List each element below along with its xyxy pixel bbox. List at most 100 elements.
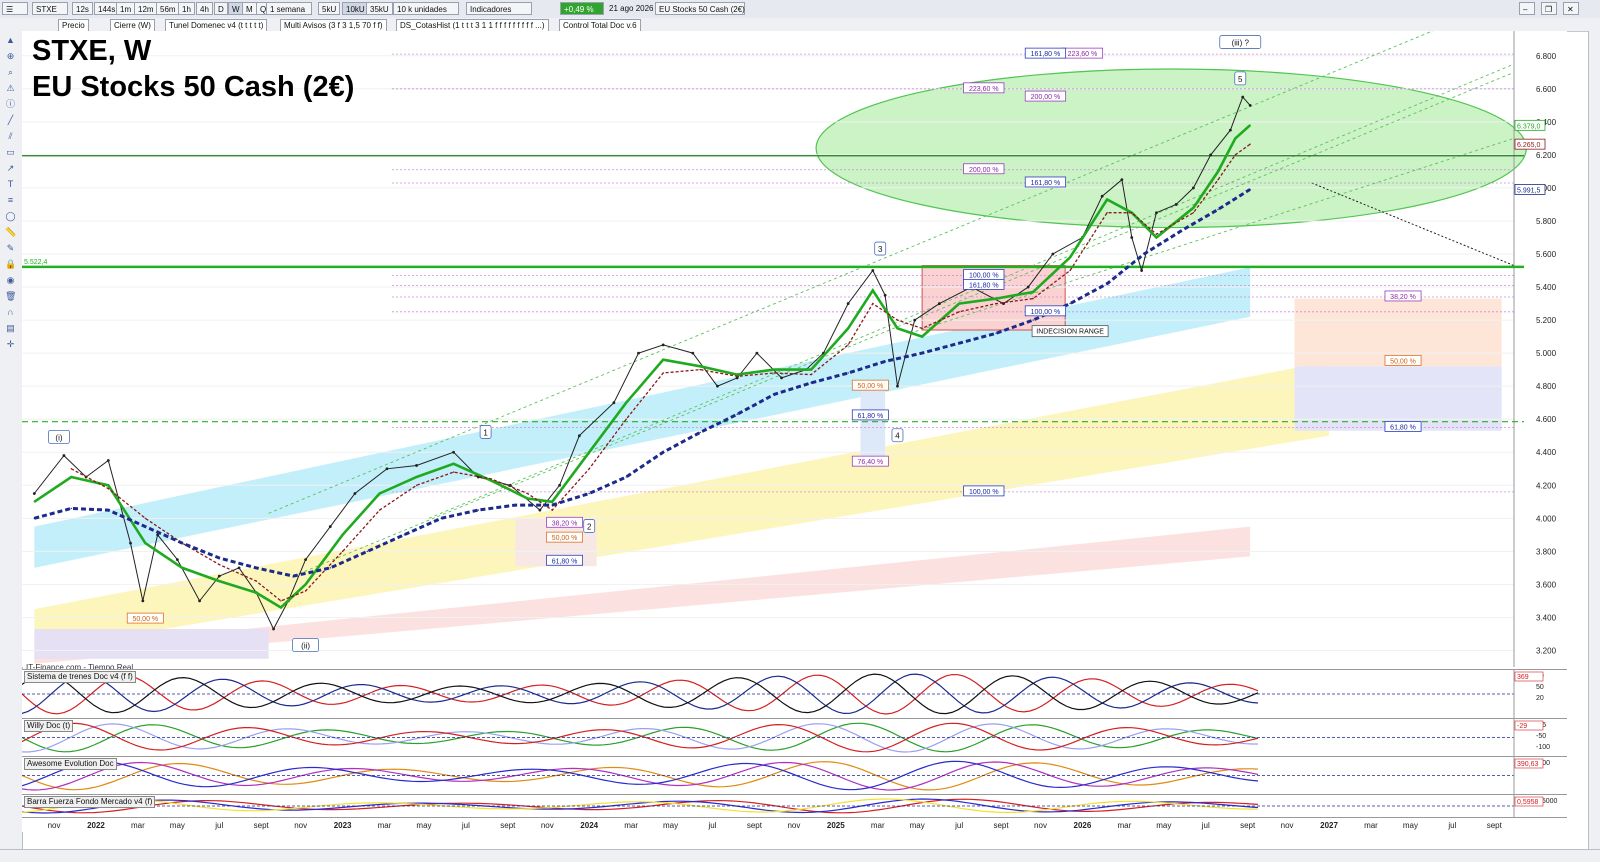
series-point	[1069, 256, 1071, 259]
ellipse-icon[interactable]: ◯	[5, 211, 16, 221]
series-point	[558, 483, 562, 487]
brush-icon[interactable]: ✎	[5, 243, 16, 253]
timeframe-button[interactable]: D	[214, 2, 228, 15]
restore-icon[interactable]: ❐	[1541, 2, 1557, 15]
wave-label: 5	[1234, 71, 1247, 86]
series-point	[526, 492, 529, 495]
ruler-icon[interactable]: 📏	[5, 227, 16, 237]
units-select[interactable]: 10 k unidades	[393, 2, 459, 15]
layers-icon[interactable]: ▤	[5, 323, 16, 333]
timeframe-button[interactable]: 1h	[178, 2, 195, 15]
indicator-label[interactable]: Awesome Evolution Doc	[24, 758, 117, 770]
wave-label-text: 4	[895, 432, 900, 441]
y-tick-label: 4.600	[1536, 415, 1557, 424]
indicator-label[interactable]: Barra Fuerza Fondo Mercado v4 (f)	[24, 796, 156, 808]
lock-icon[interactable]: 🔒	[5, 259, 16, 269]
wave-label: 4	[891, 428, 904, 443]
series-point	[773, 393, 775, 396]
wave-label: 3	[874, 241, 887, 256]
arrow-icon[interactable]: ↗	[5, 163, 16, 173]
indicator-label[interactable]: Willy Doc (t)	[24, 720, 74, 732]
price-chart[interactable]: 3.200 3.400 3.600 3.800 4.000 4.200 4.400 4.600…	[22, 31, 1567, 667]
series-point	[896, 384, 899, 388]
willy-indicator-pane[interactable]: -25-50-100-29 Willy Doc (t)	[22, 718, 1567, 756]
right-scroll-strip[interactable]	[1588, 31, 1600, 849]
series-point	[218, 563, 220, 566]
fib-label: 61,80 %	[851, 409, 889, 421]
price-tag: 5.991,5	[1514, 184, 1546, 195]
series-point	[699, 365, 701, 368]
series-point	[662, 372, 664, 374]
eye-icon[interactable]: ◉	[5, 275, 16, 285]
series-point	[1140, 269, 1144, 272]
series-point	[551, 509, 553, 511]
series-point	[810, 368, 812, 371]
cursor-cross-icon[interactable]: ✛	[5, 339, 16, 349]
series-point	[70, 468, 73, 470]
fib-label: 161,80 %	[963, 278, 1005, 290]
series-point	[551, 501, 553, 503]
y-tick-label: 4.800	[1536, 382, 1557, 391]
fib-label: 61,80 %	[546, 554, 583, 566]
indicator-label[interactable]: Sistema de trenes Doc v4 (f f)	[24, 671, 136, 683]
series-point	[1032, 297, 1034, 300]
trains-indicator-pane[interactable]: 805020369 Sistema de trenes Doc v4 (f f)	[22, 669, 1567, 718]
series-point	[1100, 194, 1104, 198]
series-point	[237, 566, 241, 570]
series-point	[625, 418, 627, 420]
series-point	[1241, 95, 1245, 99]
price-tag: 6.379,0	[1514, 119, 1546, 131]
x-tick-label: mar	[131, 821, 145, 830]
series-point	[810, 382, 812, 384]
info-icon[interactable]: ⓘ	[5, 99, 16, 109]
series-point	[366, 550, 368, 553]
unit-button[interactable]: 10kU	[342, 2, 369, 15]
series-point	[958, 302, 960, 305]
menu-icon[interactable]: ☰	[2, 2, 28, 15]
unit-button[interactable]: 5kU	[318, 2, 341, 15]
timeframe-button[interactable]: 12s	[72, 2, 93, 15]
wave-label-text: 1	[483, 428, 488, 437]
series-point	[33, 517, 36, 520]
awesome-indicator-pane[interactable]: -500390,63 Awesome Evolution Doc	[22, 756, 1567, 794]
minimize-icon[interactable]: –	[1519, 2, 1535, 15]
close-icon[interactable]: ✕	[1563, 2, 1579, 15]
search-icon[interactable]: ⌕	[5, 67, 16, 77]
channel-icon[interactable]: ⫽	[5, 131, 16, 141]
x-tick-label: mar	[378, 821, 392, 830]
alert-icon[interactable]: ⚠	[5, 83, 16, 93]
x-tick-label: mar	[1364, 821, 1378, 830]
pointer-icon[interactable]: ▲	[5, 35, 16, 45]
period-select[interactable]: 1 semana	[266, 2, 312, 15]
timeframe-button[interactable]: 4h	[196, 2, 213, 15]
y-tick-label: 5.000	[1536, 349, 1557, 358]
series-point	[913, 318, 917, 322]
text-icon[interactable]: T	[5, 179, 16, 189]
timeframe-button[interactable]: 12m	[134, 2, 158, 15]
series-point	[378, 492, 381, 495]
fib-label: 38,20 %	[1384, 290, 1422, 302]
market-force-pane[interactable]: 0,5000 0,5958 Barra Fuerza Fondo Mercado …	[22, 794, 1567, 817]
trash-icon[interactable]: 🗑	[5, 291, 16, 301]
symbol-select[interactable]: STXE	[32, 2, 68, 15]
timeframe-button[interactable]: 56m	[156, 2, 180, 15]
unit-button[interactable]: 35kU	[366, 2, 393, 15]
x-tick-label: 2027	[1320, 821, 1338, 830]
price-tag: 6.265,0	[1514, 138, 1546, 150]
fib-label-text: 38,20 %	[1390, 294, 1416, 301]
indicators-button[interactable]: Indicadores	[466, 2, 532, 15]
zoom-icon[interactable]: ⊕	[5, 51, 16, 61]
series-point	[588, 468, 590, 470]
rectangle-icon[interactable]: ▭	[5, 147, 16, 157]
series-point	[175, 558, 179, 562]
price-pane[interactable]: 3.200 3.400 3.600 3.800 4.000 4.200 4.400 4.600…	[22, 31, 1567, 672]
magnet-icon[interactable]: ∩	[5, 307, 16, 317]
series-point	[625, 476, 627, 478]
trendline-icon[interactable]: ╱	[5, 115, 16, 125]
y-tick-label: 6.600	[1536, 85, 1557, 94]
fib-label-text: 38,20 %	[552, 520, 578, 527]
fibonacci-icon[interactable]: ≡	[5, 195, 16, 205]
timeframe-button[interactable]: 1m	[116, 2, 136, 15]
wave-label-text: (ii)	[301, 642, 310, 651]
timeframe-button[interactable]: M	[242, 2, 257, 15]
